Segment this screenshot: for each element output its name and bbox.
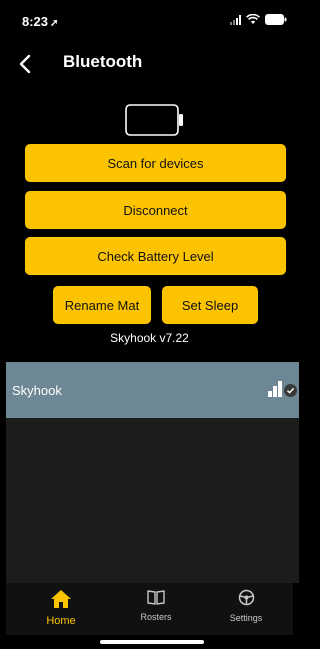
nav-bar: Bluetooth (0, 44, 299, 84)
tab-settings[interactable]: Settings (211, 589, 281, 623)
rename-mat-button[interactable]: Rename Mat (53, 286, 151, 324)
status-time: 8:23 ➚ (22, 14, 58, 29)
steering-wheel-icon (238, 589, 254, 606)
cellular-signal-icon (230, 14, 241, 25)
tab-label: Settings (229, 613, 263, 623)
set-sleep-button[interactable]: Set Sleep (162, 286, 258, 324)
signal-bars-icon (268, 381, 282, 397)
page-title: Bluetooth (63, 52, 143, 71)
wifi-icon (246, 14, 260, 24)
scan-devices-button[interactable]: Scan for devices (25, 144, 286, 182)
tab-bar: Home Rosters Settings (6, 583, 293, 635)
tab-home[interactable]: Home (26, 589, 96, 627)
device-row[interactable]: Skyhook (6, 362, 299, 418)
check-battery-button[interactable]: Check Battery Level (25, 237, 286, 275)
system-icons (230, 14, 287, 25)
tab-label: Home (46, 615, 76, 627)
device-status (268, 381, 297, 397)
battery-status-icon (265, 14, 287, 25)
connected-check-icon (284, 384, 297, 397)
version-label: Skyhook v7.22 (110, 331, 189, 345)
chevron-left-icon[interactable] (14, 52, 38, 76)
tab-rosters[interactable]: Rosters (121, 589, 191, 622)
status-bar: 8:23 ➚ (0, 0, 299, 44)
location-arrow-icon: ➚ (50, 18, 59, 29)
book-icon (147, 590, 165, 605)
device-name: Skyhook (12, 382, 62, 398)
tab-label: Rosters (140, 612, 172, 622)
time-text: 8:23 (22, 14, 49, 29)
home-indicator[interactable] (100, 640, 204, 644)
device-list: Skyhook (6, 362, 299, 583)
home-icon (51, 590, 71, 608)
battery-empty-icon (125, 104, 183, 136)
disconnect-button[interactable]: Disconnect (25, 191, 286, 229)
